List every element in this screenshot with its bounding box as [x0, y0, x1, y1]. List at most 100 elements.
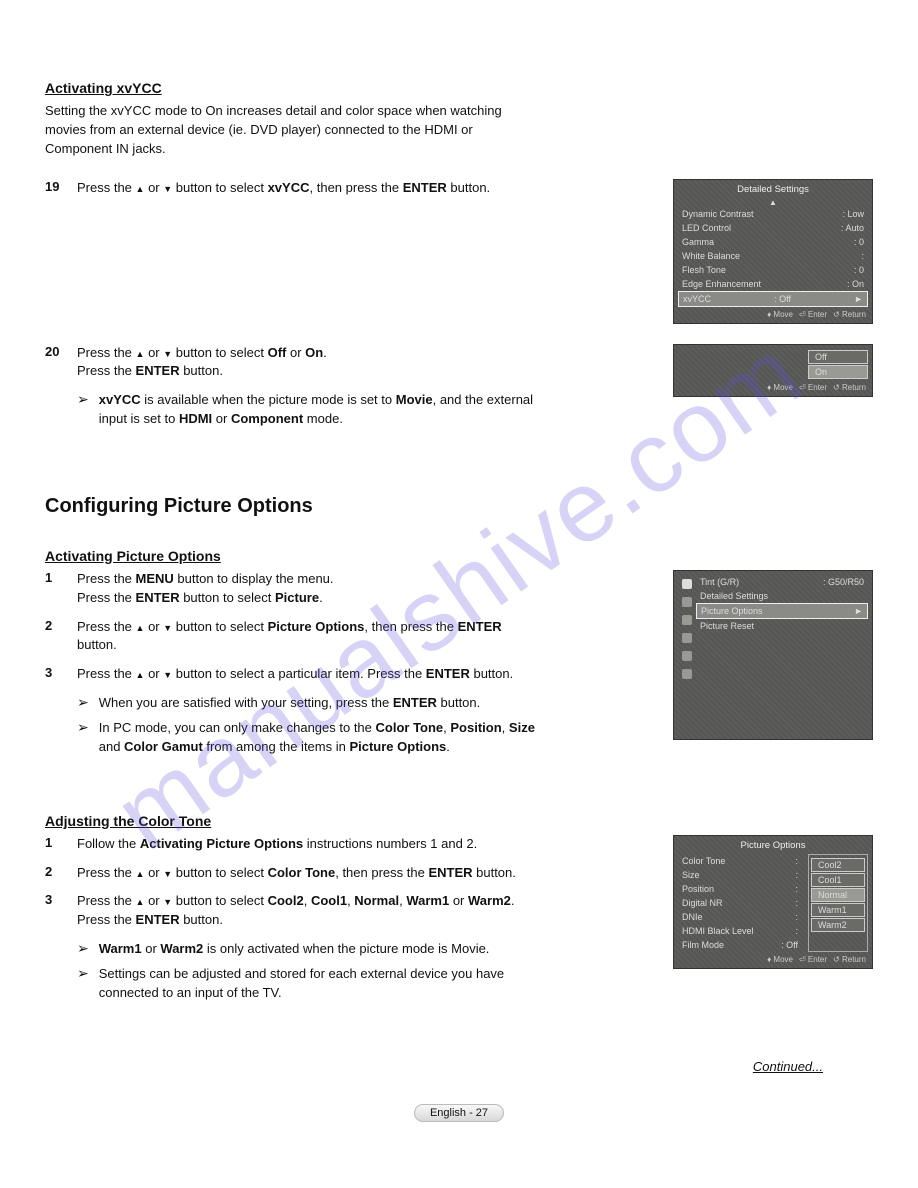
- bold: xvYCC: [268, 180, 310, 195]
- bold: Normal: [354, 893, 399, 908]
- bold: Warm2: [160, 941, 203, 956]
- step-3: 3 Press the or button to select a partic…: [45, 665, 545, 684]
- t: Press the: [77, 619, 136, 634]
- osd-option: Warm2: [811, 918, 865, 932]
- osd-option: Off: [808, 350, 868, 364]
- k: DNIe: [682, 912, 703, 922]
- k: LED Control: [682, 223, 731, 233]
- t: button.: [473, 865, 516, 880]
- t: Press the: [77, 666, 136, 681]
- down-arrow-icon: [163, 619, 172, 634]
- t: button to select: [172, 865, 267, 880]
- t: or: [212, 411, 231, 426]
- t: button.: [437, 695, 480, 710]
- bold: ENTER: [428, 865, 472, 880]
- v: [795, 884, 798, 894]
- t: Press the: [77, 893, 136, 908]
- t: Follow the: [77, 836, 140, 851]
- step-20: 20 Press the or button to select Off or …: [45, 344, 545, 382]
- osd-picture-menu: Tint (G/R) G50/R50 Detailed SettingsPict…: [673, 570, 873, 740]
- step-body: Follow the Activating Picture Options in…: [77, 835, 545, 854]
- t: .: [323, 345, 327, 360]
- step-body: Press the or button to select Cool2, Coo…: [77, 892, 545, 930]
- osd-row: xvYCCOff►: [678, 291, 868, 307]
- subheading: Activating Picture Options: [45, 548, 873, 564]
- t: .: [511, 893, 515, 908]
- tab-icon: [682, 669, 692, 679]
- v: Off: [774, 294, 791, 304]
- v: On: [847, 279, 864, 289]
- t: Press the: [77, 912, 136, 927]
- osd-option: Cool2: [811, 858, 865, 872]
- down-arrow-icon: [163, 180, 172, 195]
- note-body: Settings can be adjusted and stored for …: [99, 965, 545, 1003]
- t: .: [319, 590, 323, 605]
- osd-title: Detailed Settings: [678, 184, 868, 195]
- bold: Picture: [275, 590, 319, 605]
- t: is only activated when the picture mode …: [203, 941, 489, 956]
- osd-footer: ♦ Move ⏎ Enter ↺ Return: [678, 380, 868, 392]
- bold: On: [305, 345, 323, 360]
- note: ➢ Warm1 or Warm2 is only activated when …: [77, 940, 545, 959]
- osd-row: Position: [678, 882, 802, 896]
- note-arrow-icon: ➢: [77, 965, 89, 1003]
- t: from among the items in: [203, 739, 350, 754]
- v: [795, 856, 798, 866]
- step-number: 3: [45, 665, 67, 684]
- bold: Color Tone: [268, 865, 336, 880]
- t: When you are satisfied with your setting…: [99, 695, 393, 710]
- osd-option: On: [808, 365, 868, 379]
- bold: ENTER: [136, 363, 180, 378]
- note: ➢ When you are satisfied with your setti…: [77, 694, 545, 713]
- note-body: When you are satisfied with your setting…: [99, 694, 545, 713]
- t: button to select: [172, 345, 267, 360]
- t: is available when the picture mode is se…: [141, 392, 396, 407]
- enter-hint: ⏎ Enter: [799, 310, 827, 319]
- v: [861, 251, 864, 261]
- t: In PC mode, you can only make changes to…: [99, 720, 376, 735]
- tab-icon: [682, 651, 692, 661]
- osd-row: DNIe: [678, 910, 802, 924]
- bold: HDMI: [179, 411, 212, 426]
- t: button to select: [172, 619, 267, 634]
- v: 0: [854, 237, 864, 247]
- bold: ENTER: [426, 666, 470, 681]
- step-body: Press the or button to select Color Tone…: [77, 864, 545, 883]
- t: button to select: [180, 590, 275, 605]
- t: , then press the: [310, 180, 403, 195]
- osd-row: Picture Options►: [696, 603, 868, 619]
- osd-row: White Balance: [678, 249, 868, 263]
- up-arrow-icon: [136, 619, 145, 634]
- osd-picture-options: Picture Options Color ToneSizePositionDi…: [673, 835, 873, 969]
- osd-row: Detailed Settings: [696, 589, 868, 603]
- v: [795, 898, 798, 908]
- osd-row: HDMI Black Level: [678, 924, 802, 938]
- bold: Warm1: [99, 941, 142, 956]
- t: ,: [502, 720, 509, 735]
- k: Digital NR: [682, 898, 723, 908]
- t: button to display the menu.: [174, 571, 334, 586]
- t: or: [449, 893, 468, 908]
- t: instructions numbers 1 and 2.: [303, 836, 477, 851]
- osd-row: Flesh Tone0: [678, 263, 868, 277]
- t: or: [142, 941, 161, 956]
- osd-row: Tint (G/R) G50/R50: [696, 575, 868, 589]
- t: button to select a particular item. Pres…: [172, 666, 426, 681]
- note-body: xvYCC is available when the picture mode…: [99, 391, 545, 429]
- tab-icon: [682, 597, 692, 607]
- step-body: Press the or button to select xvYCC, the…: [77, 179, 545, 198]
- bold: ENTER: [136, 912, 180, 927]
- up-arrow-icon: [136, 893, 145, 908]
- t: Press the: [77, 345, 136, 360]
- bold: MENU: [136, 571, 174, 586]
- bold: Picture Options: [349, 739, 446, 754]
- bold: xvYCC: [99, 392, 141, 407]
- step-3: 3 Press the or button to select Cool2, C…: [45, 892, 545, 930]
- enter-hint: ⏎ Enter: [799, 383, 827, 392]
- bold: Position: [450, 720, 501, 735]
- up-indicator-icon: ▲: [678, 198, 868, 207]
- step-number: 1: [45, 835, 67, 854]
- k: Position: [682, 884, 714, 894]
- v: [795, 870, 798, 880]
- k: Film Mode: [682, 940, 724, 950]
